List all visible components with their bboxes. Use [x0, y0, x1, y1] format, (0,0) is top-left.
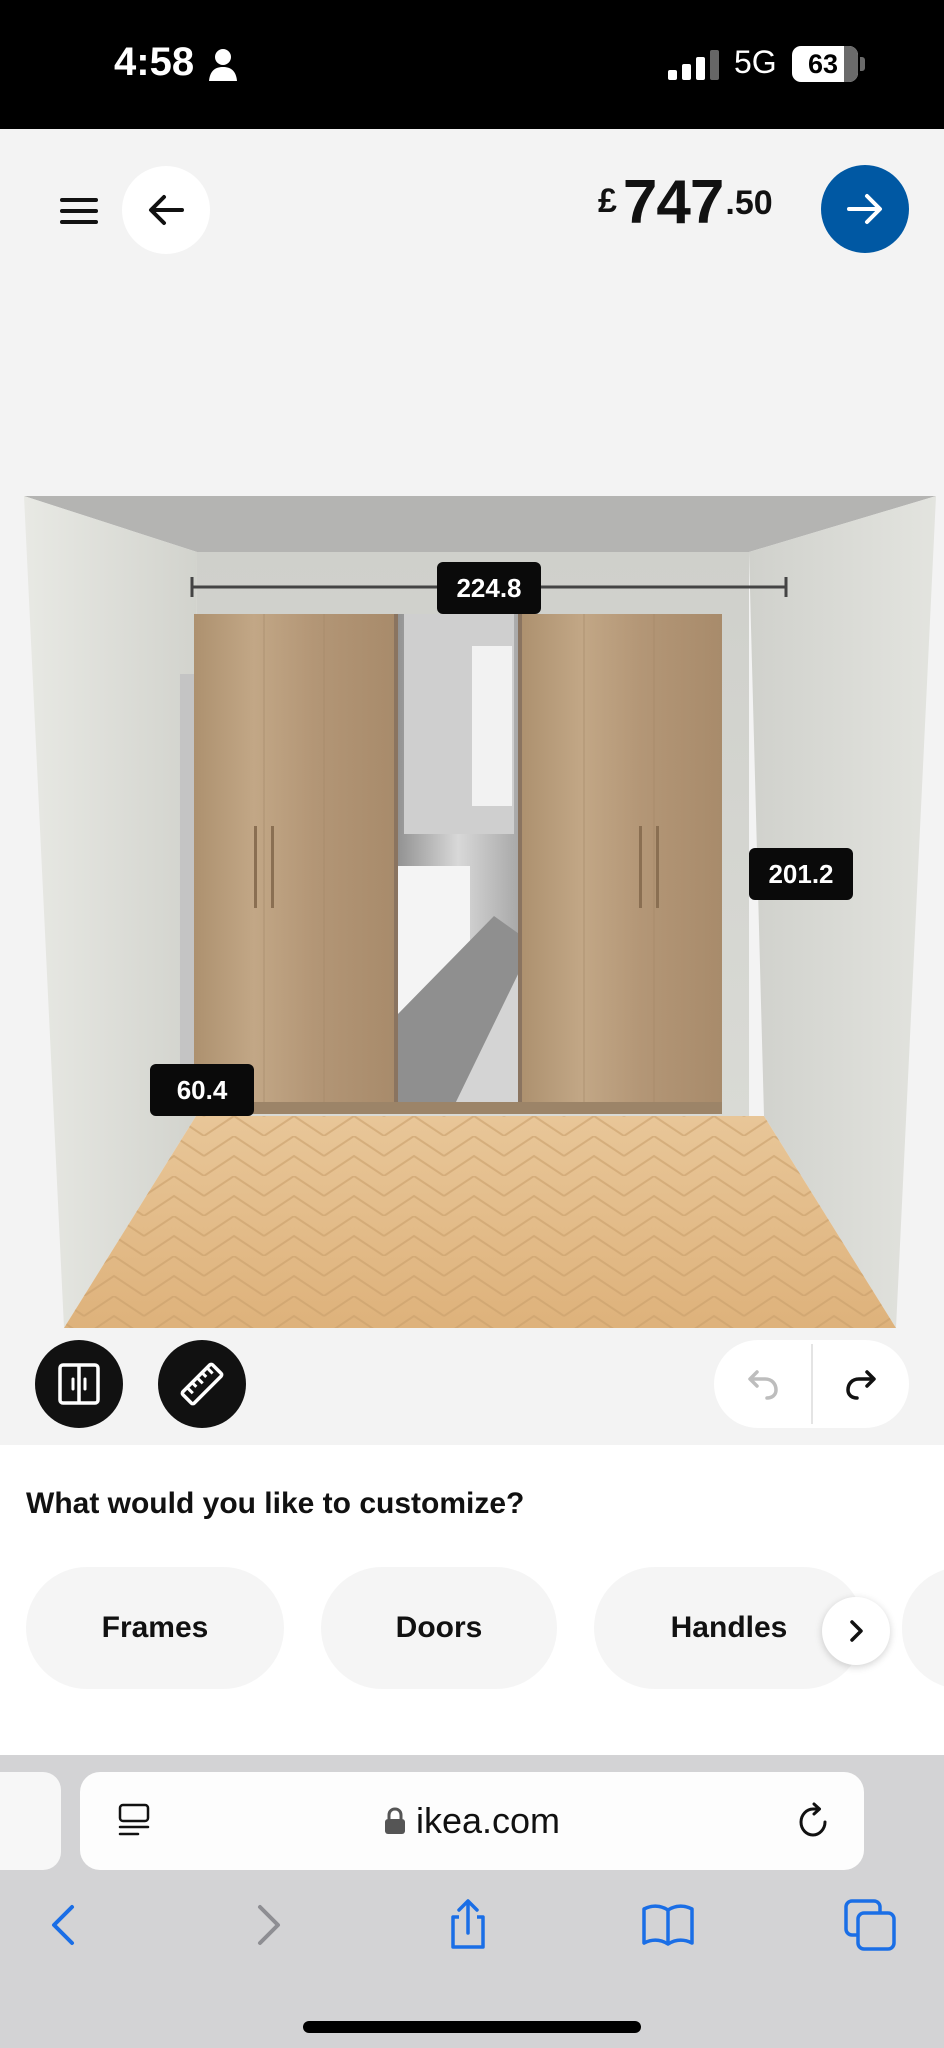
person-icon	[209, 49, 237, 81]
customize-title: What would you like to customize?	[26, 1487, 525, 1520]
url-text: ikea.com	[415, 1800, 561, 1841]
undo-redo-group	[714, 1340, 909, 1428]
redo-icon	[845, 1370, 876, 1400]
option-frames-button[interactable]: Frames	[26, 1567, 284, 1689]
wardrobe-doors-icon	[58, 1363, 100, 1405]
redo-button[interactable]	[812, 1340, 909, 1428]
left-door	[194, 614, 394, 1109]
arrow-right-icon	[847, 194, 882, 224]
status-time: 4:58	[114, 40, 195, 84]
previous-tab-preview[interactable]	[0, 1772, 61, 1870]
signal-icon	[668, 50, 719, 80]
bookmarks-icon[interactable]	[640, 1897, 696, 1953]
depth-dimension-label[interactable]: 60.4	[150, 1064, 254, 1116]
share-icon[interactable]	[440, 1897, 496, 1953]
back-button[interactable]	[122, 166, 210, 254]
reload-icon[interactable]	[794, 1802, 832, 1840]
next-button[interactable]	[821, 165, 909, 253]
price-currency: £	[598, 182, 617, 220]
battery-icon: 63	[792, 46, 858, 82]
hamburger-icon	[60, 198, 98, 224]
scroll-options-right-button[interactable]	[822, 1597, 890, 1665]
status-bar: 4:58 5G 63	[0, 0, 944, 129]
chevron-right-icon	[850, 1620, 863, 1642]
option-next-peek	[902, 1567, 944, 1689]
measure-toggle-button[interactable]	[158, 1340, 246, 1428]
arrow-left-icon	[149, 195, 184, 225]
home-indicator	[303, 2021, 641, 2033]
undo-icon	[747, 1370, 778, 1400]
option-doors-button[interactable]: Doors	[321, 1567, 557, 1689]
right-door	[522, 614, 722, 1109]
room-render	[24, 496, 936, 1328]
tabs-icon[interactable]	[842, 1897, 898, 1953]
network-type: 5G	[734, 44, 777, 80]
price-main: 747	[622, 168, 724, 237]
price-decimal: .50	[725, 184, 773, 222]
undo-button[interactable]	[714, 1340, 811, 1428]
battery-level: 63	[807, 49, 839, 79]
lock-icon	[384, 1807, 405, 1834]
menu-button[interactable]	[52, 184, 106, 238]
address-bar[interactable]: ikea.com	[80, 1772, 864, 1870]
ruler-icon	[180, 1362, 224, 1406]
height-dimension-label[interactable]: 201.2	[749, 848, 853, 900]
total-price: £ 747 .50	[598, 172, 773, 242]
ikea-planner-screen: { "status_bar": { "time": "4:58", "netwo…	[0, 0, 944, 2048]
browser-back-icon[interactable]	[36, 1897, 92, 1953]
width-dimension-label[interactable]: 224.8	[437, 562, 541, 614]
customize-panel: What would you like to customize? Frames…	[0, 1445, 944, 1755]
door-view-toggle-button[interactable]	[35, 1340, 123, 1428]
browser-toolbar: ikea.com	[0, 1755, 944, 2048]
wardrobe-3d-view[interactable]: 224.8 201.2 60.4	[24, 496, 936, 1328]
browser-forward-icon[interactable]	[240, 1897, 296, 1953]
